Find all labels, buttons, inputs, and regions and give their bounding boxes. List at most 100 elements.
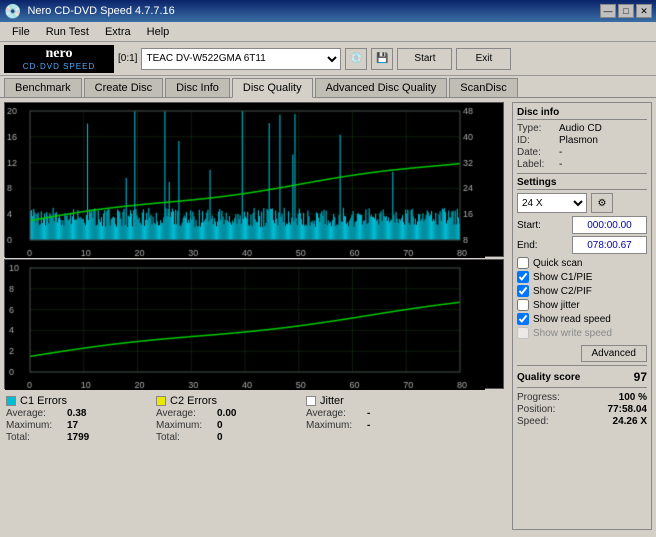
quick-scan-checkbox[interactable] [517,257,529,269]
tab-advanced-disc-quality[interactable]: Advanced Disc Quality [315,78,448,97]
menu-run-test[interactable]: Run Test [38,24,97,40]
tab-scandisc[interactable]: ScanDisc [449,78,517,97]
tab-benchmark[interactable]: Benchmark [4,78,82,97]
show-c1-row: Show C1/PIE [517,271,647,283]
speed-value: 24.26 X [613,416,647,427]
progress-label: Progress: [517,392,560,403]
app-title: Nero CD-DVD Speed 4.7.7.16 [27,5,174,17]
quality-value: 97 [634,370,647,384]
legend-c1: C1 Errors Average: 0.38 Maximum: 17 Tota… [6,395,146,443]
progress-value: 100 % [619,392,647,403]
disc-date-value: - [559,147,562,158]
show-write-checkbox[interactable] [517,327,529,339]
speed-label: Speed: [517,416,549,427]
settings-gear-button[interactable]: ⚙ [591,193,613,213]
chart-top [4,102,504,257]
c1-max-value: 17 [67,420,78,431]
tab-disc-quality[interactable]: Disc Quality [232,78,313,98]
right-panel: Disc info Type: Audio CD ID: Plasmon Dat… [508,98,656,534]
c1-max-label: Maximum: [6,420,61,431]
c1-total-value: 1799 [67,432,89,443]
speed-select[interactable]: 24 X Maximum 4 X 8 X 16 X 32 X 48 X [517,193,587,213]
exit-button[interactable]: Exit [456,48,511,70]
c1-title: C1 Errors [20,395,67,407]
show-c2-row: Show C2/PIF [517,285,647,297]
menu-help[interactable]: Help [139,24,178,40]
show-read-checkbox[interactable] [517,313,529,325]
minimize-button[interactable]: — [600,4,616,18]
disc-label-value: - [559,159,562,170]
show-c2-checkbox[interactable] [517,285,529,297]
maximize-button[interactable]: □ [618,4,634,18]
show-jitter-row: Show jitter [517,299,647,311]
end-time-label: End: [517,240,538,251]
end-time-input[interactable] [572,236,647,254]
disc-type-label: Type: [517,123,555,134]
disc-type-value: Audio CD [559,123,602,134]
close-button[interactable]: ✕ [636,4,652,18]
settings-section: Settings 24 X Maximum 4 X 8 X 16 X 32 X … [517,177,647,362]
c1-total-label: Total: [6,432,61,443]
logo-sub: CD·DVD SPEED [23,62,95,71]
jitter-color-box [306,396,316,406]
logo-nero: nero [46,46,73,62]
drive-label: [0:1] [118,53,137,64]
jitter-max-value: - [367,420,370,431]
c2-avg-label: Average: [156,408,211,419]
start-time-label: Start: [517,220,541,231]
disc-info-title: Disc info [517,107,647,120]
position-value: 77:58.04 [608,404,647,415]
show-read-label: Show read speed [533,314,611,325]
title-bar: 💿 Nero CD-DVD Speed 4.7.7.16 — □ ✕ [0,0,656,22]
disc-label-label: Label: [517,159,555,170]
start-time-input[interactable] [572,216,647,234]
quality-score-row: Quality score 97 [517,370,647,384]
menu-file[interactable]: File [4,24,38,40]
show-read-row: Show read speed [517,313,647,325]
c2-total-value: 0 [217,432,223,443]
c2-title: C2 Errors [170,395,217,407]
show-write-label: Show write speed [533,328,612,339]
c2-avg-value: 0.00 [217,408,236,419]
quick-scan-row: Quick scan [517,257,647,269]
chart-area: C1 Errors Average: 0.38 Maximum: 17 Tota… [0,98,508,534]
c1-color-box [6,396,16,406]
show-c2-label: Show C2/PIF [533,286,592,297]
c2-color-box [156,396,166,406]
disc-icon-button[interactable]: 💿 [345,48,367,70]
c2-max-value: 0 [217,420,223,431]
chart-bottom [4,259,504,389]
show-c1-label: Show C1/PIE [533,272,592,283]
jitter-max-label: Maximum: [306,420,361,431]
disc-id-label: ID: [517,135,555,146]
jitter-avg-value: - [367,408,370,419]
legend-c2: C2 Errors Average: 0.00 Maximum: 0 Total… [156,395,296,443]
menu-bar: File Run Test Extra Help [0,22,656,42]
jitter-avg-label: Average: [306,408,361,419]
show-c1-checkbox[interactable] [517,271,529,283]
show-write-row: Show write speed [517,327,647,339]
save-button[interactable]: 💾 [371,48,393,70]
disc-info-section: Disc info Type: Audio CD ID: Plasmon Dat… [517,107,647,170]
tab-create-disc[interactable]: Create Disc [84,78,163,97]
main-content: C1 Errors Average: 0.38 Maximum: 17 Tota… [0,98,656,534]
quick-scan-label: Quick scan [533,258,582,269]
menu-extra[interactable]: Extra [97,24,139,40]
toolbar: nero CD·DVD SPEED [0:1] TEAC DV-W522GMA … [0,42,656,76]
progress-section: Progress: 100 % Position: 77:58.04 Speed… [517,392,647,427]
settings-title: Settings [517,177,647,190]
window-controls: — □ ✕ [600,4,652,18]
tab-disc-info[interactable]: Disc Info [165,78,230,97]
advanced-button[interactable]: Advanced [581,345,647,362]
legend-jitter: Jitter Average: - Maximum: - [306,395,446,443]
c1-avg-value: 0.38 [67,408,86,419]
position-label: Position: [517,404,555,415]
app-title-icon: 💿 [4,3,21,20]
quality-label: Quality score [517,372,580,383]
show-jitter-checkbox[interactable] [517,299,529,311]
drive-select[interactable]: TEAC DV-W522GMA 6T11 [141,48,341,70]
legend: C1 Errors Average: 0.38 Maximum: 17 Tota… [4,391,504,445]
c1-avg-label: Average: [6,408,61,419]
start-button[interactable]: Start [397,48,452,70]
jitter-title: Jitter [320,395,344,407]
